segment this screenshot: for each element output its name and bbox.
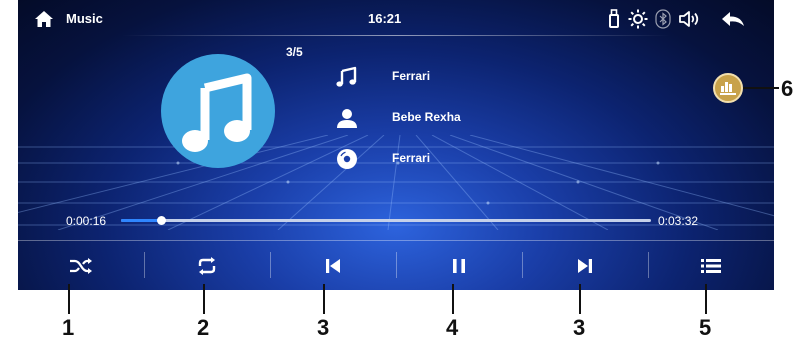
track-album: Ferrari bbox=[392, 151, 431, 165]
control-bar bbox=[18, 240, 774, 290]
callout-line bbox=[743, 87, 779, 89]
progress-fill bbox=[121, 219, 161, 222]
album-art bbox=[161, 54, 275, 168]
repeat-button[interactable] bbox=[144, 241, 270, 290]
track-artist: Bebe Rexha bbox=[392, 110, 461, 124]
shuffle-button[interactable] bbox=[18, 241, 144, 290]
callout-line bbox=[323, 284, 325, 314]
skip-previous-icon bbox=[326, 258, 340, 273]
total-duration: 0:03:32 bbox=[658, 214, 699, 228]
progress-bar[interactable] bbox=[121, 216, 651, 225]
callout-number-4: 4 bbox=[446, 315, 459, 340]
music-note-icon bbox=[336, 66, 357, 87]
status-divider bbox=[122, 35, 670, 36]
next-button[interactable] bbox=[522, 241, 648, 290]
music-note-icon bbox=[182, 73, 252, 152]
callout-line bbox=[705, 284, 707, 314]
person-icon bbox=[337, 109, 357, 128]
equalizer-button[interactable] bbox=[713, 73, 743, 103]
callout-number-2: 2 bbox=[197, 315, 210, 340]
track-index: 3/5 bbox=[286, 45, 303, 59]
brightness-icon[interactable] bbox=[628, 9, 648, 29]
equalizer-icon bbox=[720, 82, 736, 95]
track-title: Ferrari bbox=[392, 69, 431, 83]
elapsed-time: 0:00:16 bbox=[66, 214, 107, 228]
callout-number-6: 6 bbox=[781, 76, 794, 101]
volume-icon[interactable] bbox=[678, 9, 702, 29]
shuffle-icon bbox=[70, 257, 92, 274]
callout-number-5: 5 bbox=[699, 315, 712, 340]
back-arrow-icon[interactable] bbox=[720, 10, 746, 28]
callout-number-1: 1 bbox=[62, 315, 75, 340]
pause-button[interactable] bbox=[396, 241, 522, 290]
callout-number-3-previous: 3 bbox=[317, 315, 330, 340]
playlist-button[interactable] bbox=[648, 241, 774, 290]
pause-icon bbox=[453, 258, 465, 273]
skip-next-icon bbox=[578, 258, 592, 273]
callout-number-3-next: 3 bbox=[573, 315, 586, 340]
previous-button[interactable] bbox=[270, 241, 396, 290]
progress-handle[interactable] bbox=[156, 216, 166, 225]
callout-line bbox=[203, 284, 205, 314]
app-title: Music bbox=[66, 11, 103, 26]
usb-icon bbox=[609, 9, 619, 28]
music-player-screen: Music 16:21 3/5 Ferrari Bebe Rexha Ferra… bbox=[18, 0, 774, 290]
bluetooth-icon[interactable] bbox=[655, 9, 671, 29]
clock: 16:21 bbox=[368, 11, 402, 26]
status-bar: Music 16:21 bbox=[18, 0, 774, 38]
callout-line bbox=[452, 284, 454, 314]
callout-line bbox=[68, 284, 70, 314]
disc-icon bbox=[337, 149, 357, 169]
repeat-icon bbox=[198, 256, 216, 275]
callout-line bbox=[579, 284, 581, 314]
home-icon[interactable] bbox=[34, 10, 54, 28]
list-icon bbox=[701, 258, 721, 273]
